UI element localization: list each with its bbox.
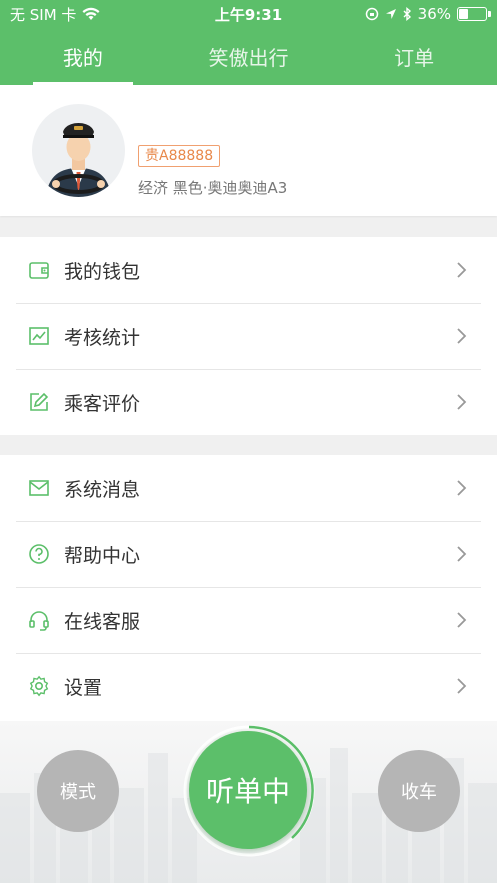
chevron-right-icon xyxy=(457,262,467,278)
headset-icon xyxy=(29,611,49,631)
chevron-right-icon xyxy=(457,394,467,410)
help-icon xyxy=(29,544,49,564)
menu-label: 我的钱包 xyxy=(64,260,141,283)
mail-icon xyxy=(29,480,49,496)
edit-icon xyxy=(30,392,49,411)
menu-item-settings[interactable]: 设置 xyxy=(0,653,497,719)
driver-avatar xyxy=(32,104,125,197)
carrier-label: 无 SIM 卡 xyxy=(10,5,77,24)
menu-item-help-center[interactable]: 帮助中心 xyxy=(0,521,497,587)
menu-item-passenger-reviews[interactable]: 乘客评价 xyxy=(0,369,497,435)
menu-item-wallet[interactable]: 我的钱包 xyxy=(0,237,497,303)
menu-label: 考核统计 xyxy=(64,326,141,349)
wifi-icon xyxy=(82,7,100,20)
bottom-control-panel: 模式 听单中 收车 xyxy=(0,721,497,883)
menu-group-system: 系统消息 帮助中心 在线客服 设置 xyxy=(0,455,497,721)
menu-label: 在线客服 xyxy=(64,610,141,633)
battery-percent: 36% xyxy=(417,5,451,23)
battery-level xyxy=(459,9,469,19)
menu-label: 帮助中心 xyxy=(64,544,141,567)
menu-item-system-messages[interactable]: 系统消息 xyxy=(0,455,497,521)
menu-label: 设置 xyxy=(64,676,103,699)
chevron-right-icon xyxy=(457,546,467,562)
chart-icon xyxy=(29,327,49,345)
driver-profile-card[interactable]: 贵A88888 经济 黑色·奥迪奥迪A3 xyxy=(0,85,497,216)
tab-xiaoao-travel[interactable]: 笑傲出行 xyxy=(166,28,332,85)
bluetooth-icon xyxy=(403,7,411,21)
location-icon xyxy=(385,9,396,19)
car-info: 经济 黑色·奥迪奥迪A3 xyxy=(138,179,288,197)
listening-orders-button[interactable]: 听单中 xyxy=(189,731,307,849)
tab-label: 订单 xyxy=(394,46,435,70)
menu-group-account: 我的钱包 考核统计 乘客评价 xyxy=(0,237,497,435)
stop-service-button[interactable]: 收车 xyxy=(378,750,460,832)
stop-button-label: 收车 xyxy=(401,782,437,803)
chevron-right-icon xyxy=(457,480,467,496)
wallet-icon xyxy=(29,262,49,279)
orientation-lock-icon xyxy=(365,7,378,21)
menu-label: 系统消息 xyxy=(64,478,141,501)
gear-icon xyxy=(29,675,49,697)
status-bar: 无 SIM 卡 上午9:31 36% xyxy=(0,0,497,28)
chevron-right-icon xyxy=(457,678,467,694)
mode-button[interactable]: 模式 xyxy=(37,750,119,832)
listening-button-label: 听单中 xyxy=(205,775,290,808)
mode-button-label: 模式 xyxy=(60,782,96,803)
battery-icon xyxy=(457,7,491,21)
menu-item-online-support[interactable]: 在线客服 xyxy=(0,587,497,653)
menu-item-assessment-stats[interactable]: 考核统计 xyxy=(0,303,497,369)
chevron-right-icon xyxy=(457,328,467,344)
menu-label: 乘客评价 xyxy=(64,392,141,415)
chevron-right-icon xyxy=(457,612,467,628)
tab-orders[interactable]: 订单 xyxy=(331,28,497,85)
top-tab-bar: 我的 笑傲出行 订单 xyxy=(0,28,497,85)
tab-label: 笑傲出行 xyxy=(208,46,289,70)
tab-mine[interactable]: 我的 xyxy=(0,28,166,85)
tab-label: 我的 xyxy=(62,46,103,70)
license-plate-badge: 贵A88888 xyxy=(138,145,221,167)
